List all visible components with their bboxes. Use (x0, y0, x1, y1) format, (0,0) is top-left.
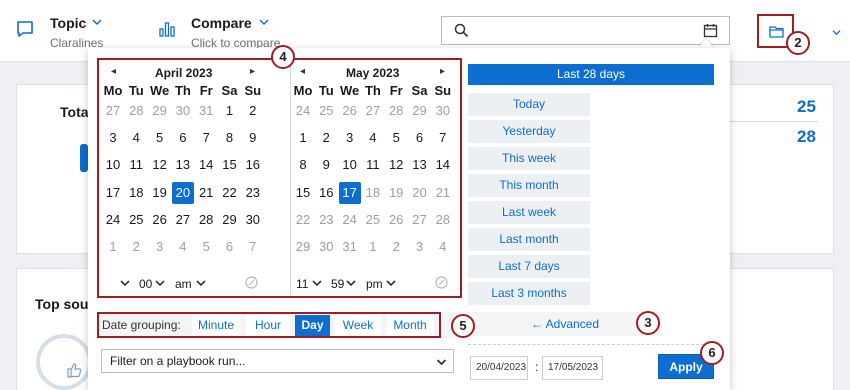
thumbs-up-icon (67, 363, 82, 378)
bar-chart-icon (159, 22, 175, 37)
preset-item[interactable]: This week (468, 147, 590, 170)
preset-item[interactable]: Last 3 months (468, 282, 590, 305)
footer-divider (468, 344, 714, 345)
calendar-icon[interactable] (703, 23, 718, 38)
calendar-highlight-frame (97, 58, 462, 298)
start-date-input[interactable]: 20/04/2023 (470, 356, 528, 380)
preset-item[interactable]: Last month (468, 228, 590, 251)
search-icon (454, 23, 469, 38)
end-date-input[interactable]: 17/05/2023 (542, 356, 603, 380)
callout-3: 3 (636, 311, 660, 335)
callout-4: 4 (271, 45, 295, 69)
donut-chart-icon (36, 334, 92, 390)
top-sources-title: Top sou (35, 296, 89, 312)
topic-title[interactable]: Topic (50, 15, 86, 31)
total-value-1: 25 (797, 97, 816, 116)
compare-chevron-down-icon[interactable] (259, 18, 269, 26)
preset-item[interactable]: Today (468, 93, 590, 116)
card-divider (730, 121, 818, 122)
preset-item[interactable]: Last week (468, 201, 590, 224)
callout-6: 6 (700, 341, 724, 365)
playbook-filter-value: Filter on a playbook run... (110, 354, 246, 368)
total-card-title: Tota (60, 104, 89, 120)
callout-2: 2 (786, 31, 810, 55)
folder-icon (769, 26, 784, 38)
topic-chevron-down-icon[interactable] (92, 18, 102, 26)
preset-item[interactable]: This month (468, 174, 590, 197)
more-chevron-down-icon[interactable] (832, 29, 841, 36)
callout-5: 5 (451, 314, 475, 338)
date-search-field[interactable] (441, 16, 730, 45)
preset-item[interactable]: Yesterday (468, 120, 590, 143)
chat-bubble-icon (17, 21, 33, 37)
total-card-accent (80, 144, 88, 172)
preset-item[interactable]: Last 7 days (468, 255, 590, 278)
playbook-filter-select[interactable]: Filter on a playbook run... (101, 349, 454, 373)
select-chevron-down-icon (436, 359, 447, 366)
advanced-link[interactable]: ← Advanced (468, 312, 662, 336)
date-separator: : (535, 360, 539, 374)
grouping-highlight-frame (97, 312, 441, 338)
total-value-2: 28 (797, 127, 816, 146)
preset-last-28-days[interactable]: Last 28 days (468, 64, 714, 85)
compare-title[interactable]: Compare (191, 15, 252, 31)
